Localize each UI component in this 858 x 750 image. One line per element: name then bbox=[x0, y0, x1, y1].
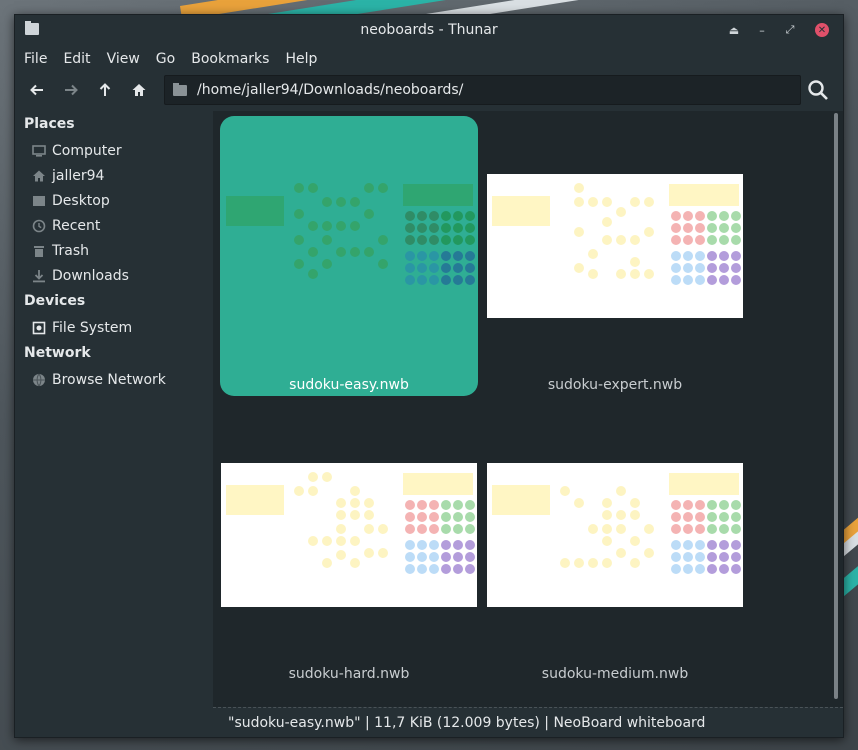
home-icon bbox=[32, 169, 46, 183]
sidebar: Places Computer jaller94 Desktop Recent … bbox=[15, 111, 213, 707]
globe-icon bbox=[32, 373, 46, 387]
back-button[interactable] bbox=[20, 75, 54, 105]
file-thumbnail bbox=[487, 463, 743, 607]
sidebar-item-computer[interactable]: Computer bbox=[15, 138, 213, 163]
arrow-left-icon bbox=[30, 84, 43, 96]
up-button[interactable] bbox=[88, 75, 122, 105]
status-bar: "sudoku-easy.nwb" | 11,7 KiB (12.009 byt… bbox=[213, 707, 843, 737]
sidebar-item-label: Downloads bbox=[52, 267, 129, 284]
forward-button[interactable] bbox=[54, 75, 88, 105]
file-name: sudoku-medium.nwb bbox=[541, 666, 689, 682]
file-thumbnail bbox=[487, 174, 743, 318]
search-icon bbox=[808, 80, 828, 100]
arrow-right-icon bbox=[65, 84, 78, 96]
sidebar-item-downloads[interactable]: Downloads bbox=[15, 263, 213, 288]
menu-bookmarks[interactable]: Bookmarks bbox=[183, 45, 277, 73]
sidebar-item-label: Browse Network bbox=[52, 371, 166, 388]
location-path: /home/jaller94/Downloads/neoboards/ bbox=[197, 82, 464, 98]
sidebar-item-label: Desktop bbox=[52, 192, 110, 209]
location-bar[interactable]: /home/jaller94/Downloads/neoboards/ bbox=[164, 75, 801, 105]
close-button[interactable]: ✕ bbox=[809, 15, 835, 45]
thunar-window: neoboards - Thunar ⏏ – ⤢ ✕ File Edit Vie… bbox=[14, 14, 844, 738]
title-bar[interactable]: neoboards - Thunar ⏏ – ⤢ ✕ bbox=[15, 15, 843, 45]
sidebar-item-label: jaller94 bbox=[52, 167, 105, 184]
scrollbar-thumb[interactable] bbox=[834, 113, 838, 699]
folder-icon bbox=[25, 21, 39, 35]
sidebar-item-trash[interactable]: Trash bbox=[15, 238, 213, 263]
shade-icon[interactable]: ⏏ bbox=[721, 15, 747, 45]
sidebar-item-label: Trash bbox=[52, 242, 89, 259]
file-thumbnail bbox=[221, 463, 477, 607]
sidebar-item-browse-network[interactable]: Browse Network bbox=[15, 367, 213, 392]
file-name: sudoku-easy.nwb bbox=[289, 377, 409, 393]
file-name: sudoku-expert.nwb bbox=[547, 377, 683, 393]
sidebar-item-home[interactable]: jaller94 bbox=[15, 163, 213, 188]
file-icon-view[interactable]: sudoku-easy.nwb sudoku-expert.nwb sudoku… bbox=[213, 111, 843, 707]
file-item[interactable]: sudoku-medium.nwb bbox=[486, 405, 744, 685]
sidebar-item-label: File System bbox=[52, 319, 133, 336]
sidebar-item-label: Computer bbox=[52, 142, 122, 159]
toolbar: /home/jaller94/Downloads/neoboards/ bbox=[15, 73, 843, 107]
sidebar-item-filesystem[interactable]: File System bbox=[15, 315, 213, 340]
places-heading: Places bbox=[24, 116, 75, 132]
folder-icon bbox=[173, 82, 187, 96]
monitor-icon bbox=[32, 144, 46, 158]
home-button[interactable] bbox=[122, 75, 156, 105]
desktop-folder-icon bbox=[32, 194, 46, 208]
menu-go[interactable]: Go bbox=[148, 45, 183, 73]
sidebar-item-recent[interactable]: Recent bbox=[15, 213, 213, 238]
file-item[interactable]: sudoku-hard.nwb bbox=[220, 405, 478, 685]
search-button[interactable] bbox=[803, 75, 833, 105]
clock-icon bbox=[32, 219, 46, 233]
sidebar-item-label: Recent bbox=[52, 217, 101, 234]
menu-bar: File Edit View Go Bookmarks Help bbox=[15, 45, 843, 73]
devices-heading: Devices bbox=[24, 293, 86, 309]
menu-edit[interactable]: Edit bbox=[55, 45, 98, 73]
download-icon bbox=[32, 269, 46, 283]
file-name: sudoku-hard.nwb bbox=[288, 666, 410, 682]
sidebar-item-desktop[interactable]: Desktop bbox=[15, 188, 213, 213]
menu-file[interactable]: File bbox=[15, 45, 55, 73]
drive-icon bbox=[32, 321, 46, 335]
file-item[interactable]: sudoku-easy.nwb bbox=[220, 116, 478, 396]
menu-view[interactable]: View bbox=[99, 45, 148, 73]
restore-icon[interactable]: ⤢ bbox=[777, 15, 803, 45]
file-thumbnail bbox=[221, 174, 477, 318]
network-heading: Network bbox=[24, 345, 91, 361]
status-text: "sudoku-easy.nwb" | 11,7 KiB (12.009 byt… bbox=[228, 714, 706, 731]
vertical-scrollbar[interactable] bbox=[833, 113, 839, 701]
trash-icon bbox=[32, 244, 46, 258]
file-item[interactable]: sudoku-expert.nwb bbox=[486, 116, 744, 396]
home-icon bbox=[132, 84, 146, 96]
close-icon: ✕ bbox=[815, 23, 829, 37]
minimize-icon[interactable]: – bbox=[749, 15, 775, 45]
arrow-up-icon bbox=[99, 83, 111, 96]
menu-help[interactable]: Help bbox=[277, 45, 325, 73]
window-title: neoboards - Thunar bbox=[360, 22, 498, 38]
